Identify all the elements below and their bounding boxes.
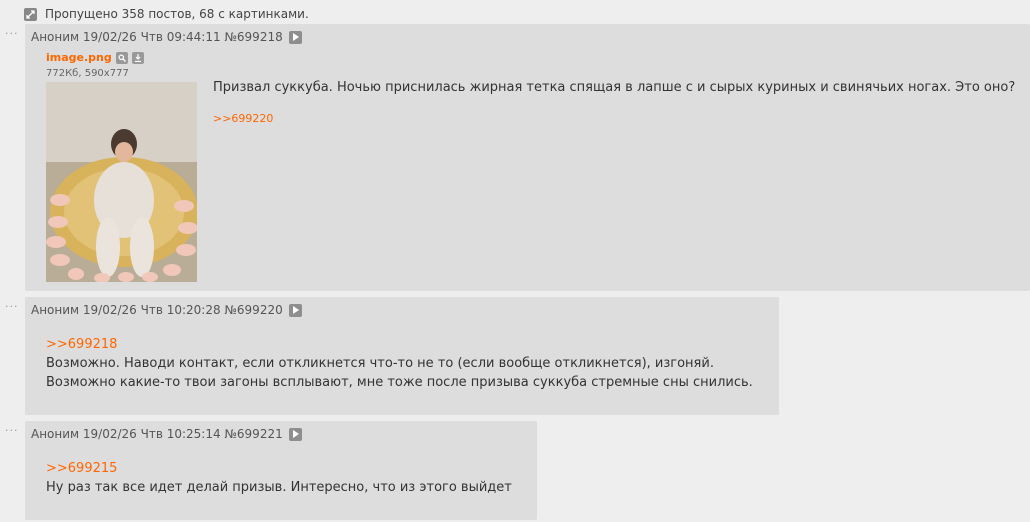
search-image-icon[interactable] xyxy=(115,51,128,64)
download-icon[interactable] xyxy=(131,51,144,64)
post-menu-dots[interactable]: ··· xyxy=(5,424,19,437)
post-699221: Аноним 19/02/26 Чтв 10:25:14 №699221 >>6… xyxy=(25,421,537,520)
message-line: Возможно какие-то твои загоны всплывают,… xyxy=(46,375,753,390)
post-image-thumbnail[interactable] xyxy=(46,82,197,282)
post-header-text: Аноним 19/02/26 Чтв 10:20:28 №699220 xyxy=(31,303,283,317)
quote-link[interactable]: >>699218 xyxy=(46,337,117,352)
post-message: >>699218 Возможно. Наводи контакт, если … xyxy=(46,335,771,392)
reply-link[interactable]: >>699220 xyxy=(213,112,273,125)
post-header: Аноним 19/02/26 Чтв 09:44:11 №699218 xyxy=(31,29,302,45)
message-line: Возможно. Наводи контакт, если откликнет… xyxy=(46,356,714,371)
post-message: Призвал суккуба. Ночью приснилась жирная… xyxy=(213,78,1023,97)
file-info: image.png xyxy=(46,51,144,64)
replies: >>699220 xyxy=(213,112,273,125)
post-menu-dots[interactable]: ··· xyxy=(5,27,19,40)
post-header-text: Аноним 19/02/26 Чтв 10:25:14 №699221 xyxy=(31,427,283,441)
skipped-text: Пропущено 358 постов, 68 с картинками. xyxy=(45,7,309,21)
post-menu-dots[interactable]: ··· xyxy=(5,300,19,313)
play-icon[interactable] xyxy=(288,30,302,44)
file-meta: 772Кб, 590x777 xyxy=(46,68,129,79)
post-header: Аноним 19/02/26 Чтв 10:25:14 №699221 xyxy=(31,426,302,442)
skipped-posts-notice: Пропущено 358 постов, 68 с картинками. xyxy=(24,5,309,23)
post-message: >>699215 Ну раз так все идет делай призы… xyxy=(46,459,531,497)
play-icon[interactable] xyxy=(288,427,302,441)
quote-link[interactable]: >>699215 xyxy=(46,461,117,476)
post-699220: Аноним 19/02/26 Чтв 10:20:28 №699220 >>6… xyxy=(25,297,779,415)
post-header: Аноним 19/02/26 Чтв 10:20:28 №699220 xyxy=(31,302,302,318)
file-link[interactable]: image.png xyxy=(46,51,112,64)
expand-icon[interactable] xyxy=(24,7,37,21)
post-message-text: Призвал суккуба. Ночью приснилась жирная… xyxy=(213,80,1016,95)
post-header-text: Аноним 19/02/26 Чтв 09:44:11 №699218 xyxy=(31,30,283,44)
post-699218: Аноним 19/02/26 Чтв 09:44:11 №699218 ima… xyxy=(25,24,1030,291)
message-line: Ну раз так все идет делай призыв. Интере… xyxy=(46,480,512,495)
play-icon[interactable] xyxy=(288,303,302,317)
